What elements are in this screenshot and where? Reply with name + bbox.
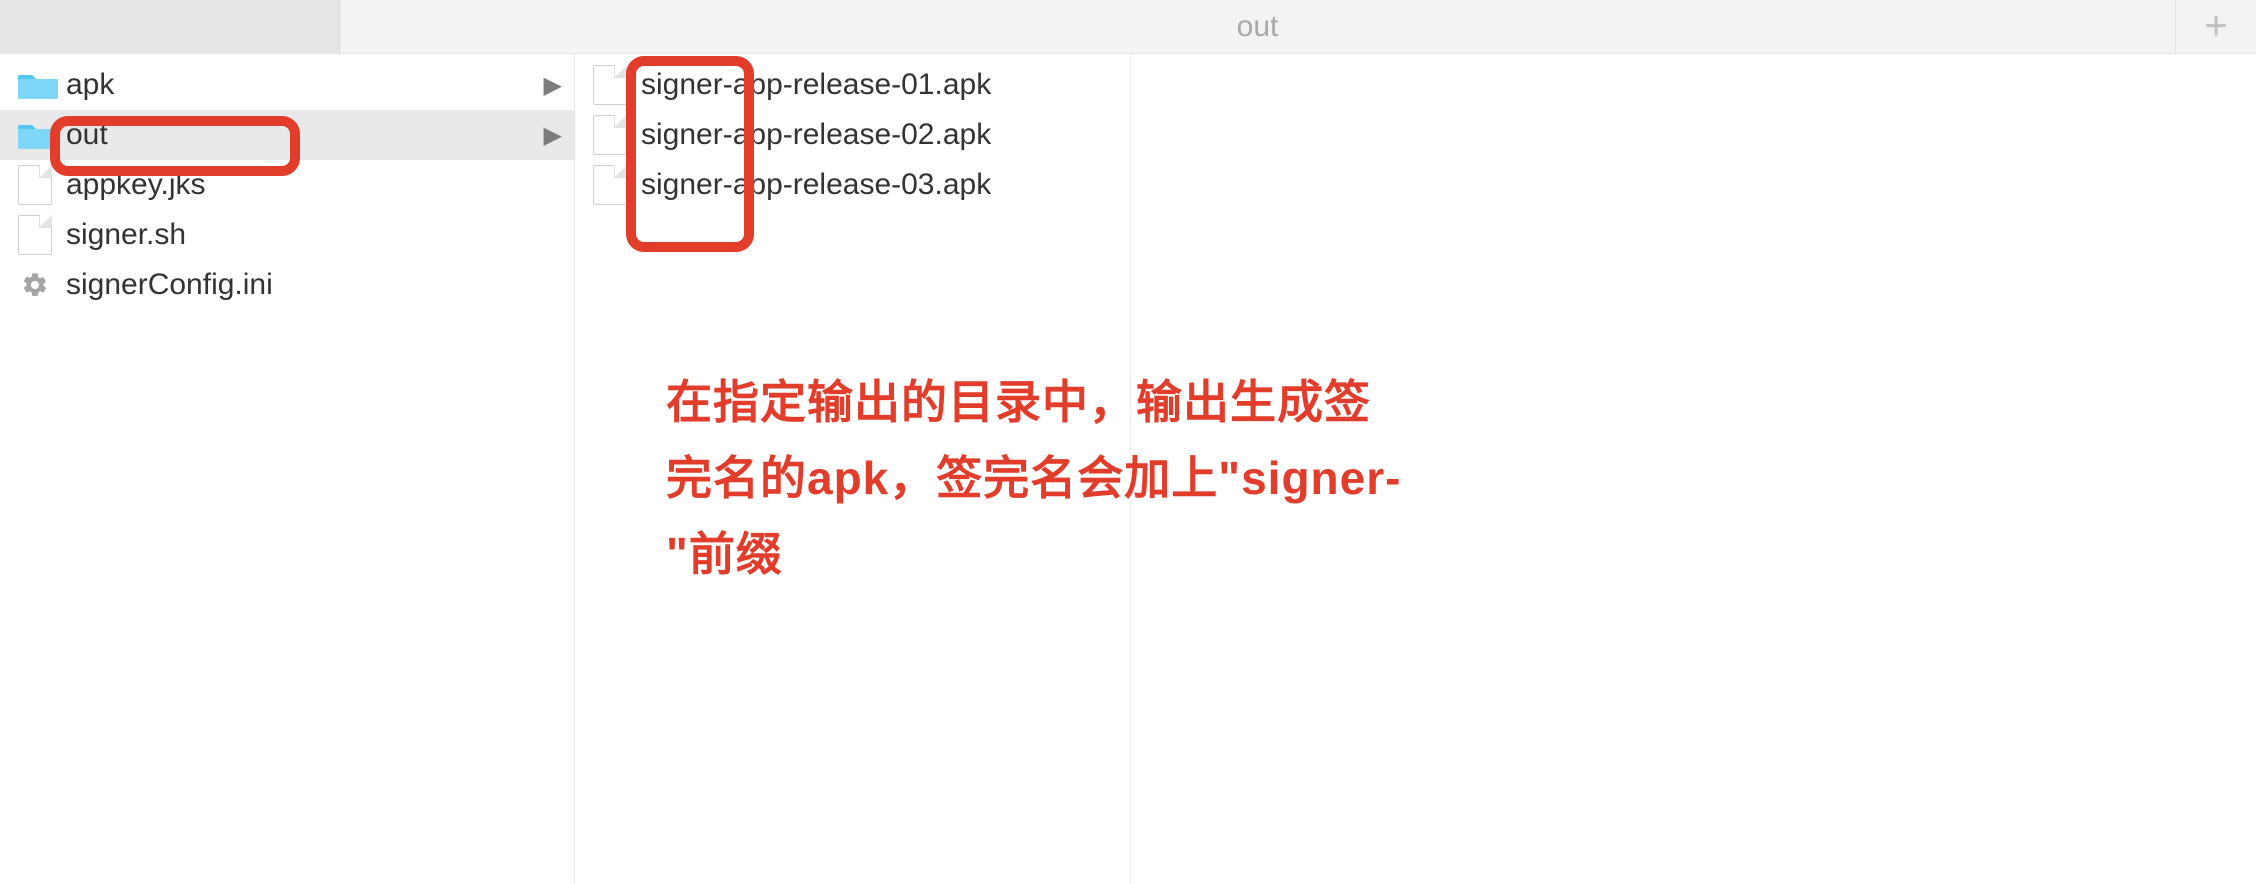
file-item-signerconfig-ini[interactable]: signerConfig.ini xyxy=(0,260,574,310)
chevron-right-icon: ▶ xyxy=(544,71,562,100)
file-icon xyxy=(593,165,641,205)
file-label: signer.sh xyxy=(66,218,562,252)
file-icon xyxy=(593,65,641,105)
file-label: signer-app-release-03.apk xyxy=(641,168,2244,202)
file-icon xyxy=(18,165,66,205)
new-tab-button[interactable]: + xyxy=(2176,0,2256,53)
annotation-text: 在指定输出的目录中，输出生成签完名的apk，签完名会加上"signer-"前缀 xyxy=(666,365,1406,593)
title-bar-left-pad xyxy=(0,0,340,53)
window-title: out xyxy=(340,0,2176,53)
folder-item-apk[interactable]: apk ▶ xyxy=(0,60,574,110)
chevron-right-icon: ▶ xyxy=(544,121,562,150)
folder-label: apk xyxy=(66,68,544,102)
folder-icon xyxy=(18,119,66,151)
left-column[interactable]: apk ▶ out ▶ appkey.jks signer.s xyxy=(0,54,575,884)
file-label: appkey.jks xyxy=(66,168,562,202)
file-item-signer-03-apk[interactable]: signer-app-release-03.apk xyxy=(575,160,2256,210)
file-item-signer-sh[interactable]: signer.sh xyxy=(0,210,574,260)
file-label: signerConfig.ini xyxy=(66,268,562,302)
folder-label: out xyxy=(66,118,544,152)
file-label: signer-app-release-02.apk xyxy=(641,118,2244,152)
file-icon xyxy=(593,115,641,155)
file-label: signer-app-release-01.apk xyxy=(641,68,2244,102)
folder-icon xyxy=(18,69,66,101)
file-item-signer-02-apk[interactable]: signer-app-release-02.apk xyxy=(575,110,2256,160)
file-icon xyxy=(18,215,66,255)
file-item-appkey-jks[interactable]: appkey.jks xyxy=(0,160,574,210)
gear-icon xyxy=(18,268,66,302)
title-bar: out + xyxy=(0,0,2256,54)
file-item-signer-01-apk[interactable]: signer-app-release-01.apk xyxy=(575,60,2256,110)
folder-item-out[interactable]: out ▶ xyxy=(0,110,574,160)
